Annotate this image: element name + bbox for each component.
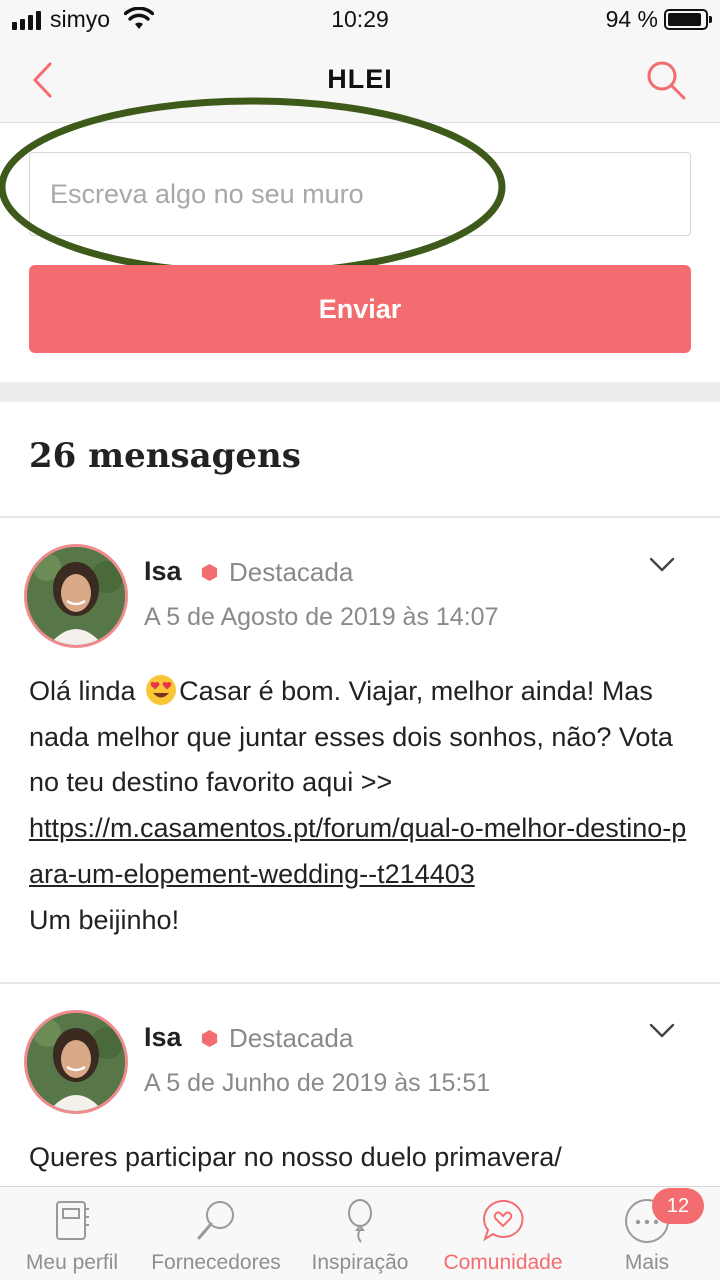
post-author[interactable]: Isa: [144, 1022, 182, 1053]
tab-fornecedores[interactable]: Fornecedores: [144, 1187, 288, 1280]
post-body: Olá linda Casar é bom. Viajar, melhor ai…: [29, 669, 699, 943]
tab-label: Mais: [624, 1251, 670, 1274]
featured-badge-icon: [201, 1029, 218, 1048]
notification-count-badge: 12: [652, 1188, 704, 1224]
messages-count-title: 26 mensagens: [29, 436, 301, 476]
post-body: Queres participar no nosso duelo primave…: [29, 1142, 562, 1172]
send-button[interactable]: Enviar: [29, 265, 691, 353]
post-date: A 5 de Agosto de 2019 às 14:07: [144, 603, 499, 631]
avatar[interactable]: [24, 1010, 128, 1114]
post-text: Olá linda: [29, 676, 136, 706]
search-icon[interactable]: [644, 58, 688, 102]
tab-comunidade[interactable]: Comunidade: [432, 1187, 574, 1280]
featured-badge-icon: [201, 563, 218, 582]
battery-icon: [664, 9, 712, 30]
tab-label: Comunidade: [443, 1251, 563, 1274]
post-date: A 5 de Junho de 2019 às 15:51: [144, 1069, 491, 1097]
post-author[interactable]: Isa: [144, 556, 182, 587]
tab-meu-perfil[interactable]: Meu perfil: [0, 1187, 144, 1280]
chevron-down-icon[interactable]: [648, 1022, 676, 1040]
post-closing: Um beijinho!: [29, 904, 180, 935]
notebook-icon: [56, 1201, 89, 1240]
battery-percentage: 94 %: [605, 6, 658, 32]
post-link[interactable]: https://m.casamentos.pt/forum/qual-o-mel…: [29, 813, 686, 889]
chevron-down-icon[interactable]: [648, 556, 676, 574]
featured-badge: Destacada: [229, 1023, 354, 1053]
section-separator: [0, 382, 720, 402]
tab-bar: Meu perfil Fornecedores Inspiração Comun…: [0, 1186, 720, 1280]
status-bar: simyo 10:29 94 %: [0, 0, 720, 40]
heart-eyes-emoji-icon: [146, 675, 177, 705]
app-header: HLEI: [0, 40, 720, 123]
balloon-icon: [348, 1199, 372, 1243]
featured-badge: Destacada: [229, 557, 354, 587]
tab-label: Fornecedores: [151, 1251, 281, 1274]
wall-post: Isa Destacada A 5 de Agosto de 2019 às 1…: [0, 518, 720, 983]
tab-inspiracao[interactable]: Inspiração: [288, 1187, 432, 1280]
wall-post-input[interactable]: [29, 152, 691, 236]
tab-label: Meu perfil: [25, 1251, 119, 1274]
page-title: HLEI: [327, 64, 393, 94]
chat-heart-icon: [483, 1199, 524, 1242]
magnifier-icon: [197, 1201, 234, 1240]
avatar[interactable]: [24, 544, 128, 648]
tab-label: Inspiração: [311, 1251, 409, 1274]
wall-post: Isa Destacada A 5 de Junho de 2019 às 15…: [0, 984, 720, 1186]
